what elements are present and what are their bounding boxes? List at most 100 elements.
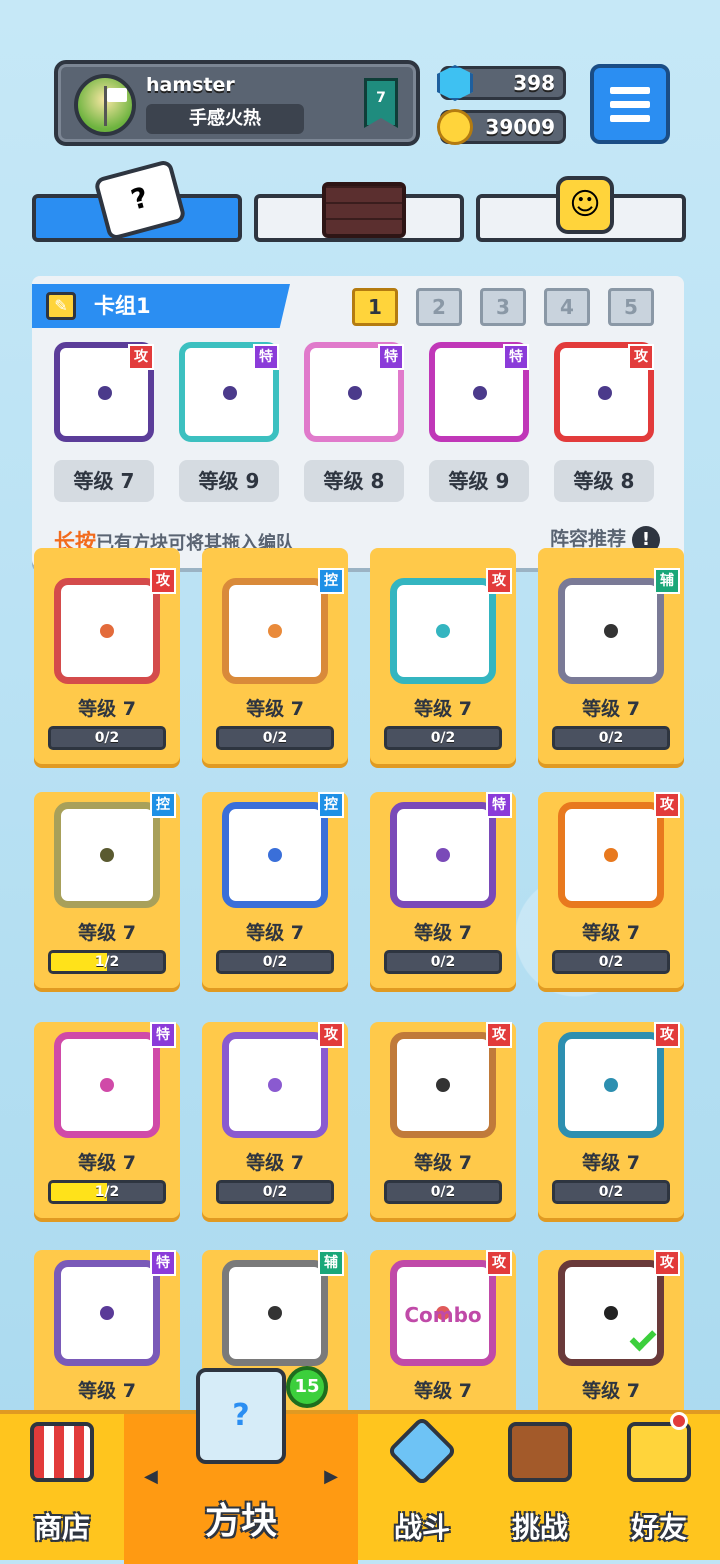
nav-friends-label: 好友: [630, 1511, 687, 1544]
card-art: [222, 802, 328, 908]
deck-page-1-button[interactable]: 1: [352, 288, 398, 326]
card-art: [222, 1260, 328, 1366]
nav-friends[interactable]: 好友: [598, 1414, 720, 1564]
collection-card[interactable]: 攻等级 7 0/2: [370, 548, 516, 764]
deck-card[interactable]: 攻: [54, 342, 154, 442]
edit-pencil-icon[interactable]: ✎: [46, 292, 76, 320]
challenge-icon: [508, 1422, 572, 1482]
board-icon: [322, 182, 406, 238]
card-art-icon: [604, 848, 618, 862]
collection-card[interactable]: 辅等级 7 0/2: [538, 548, 684, 764]
card-art: [222, 578, 328, 684]
card-level: 等级 7: [246, 922, 304, 944]
card-level: 等级 7: [246, 1152, 304, 1174]
blocks-count-badge: 15: [286, 1366, 328, 1408]
nav-challenge[interactable]: 挑战: [482, 1414, 598, 1564]
deck-card[interactable]: 特: [304, 342, 404, 442]
deck-page-3-button[interactable]: 3: [480, 288, 526, 326]
card-type-tag: 攻: [654, 792, 680, 818]
card-level: 等级 7: [78, 1152, 136, 1174]
combo-label: Combo: [404, 1303, 482, 1327]
menu-button[interactable]: [590, 64, 670, 144]
collection-card[interactable]: 攻等级 7 0/2: [34, 548, 180, 764]
card-art-icon: [100, 848, 114, 862]
deck-page-2-button[interactable]: 2: [416, 288, 462, 326]
deck-card-level: 等级 7: [54, 460, 154, 502]
collection-card[interactable]: 控等级 7 0/2: [202, 792, 348, 988]
card-art-icon: [223, 386, 237, 400]
friends-icon: [627, 1422, 691, 1482]
nav-blocks[interactable]: ? 15 ◀ ▶ 方块: [124, 1366, 358, 1564]
profile-panel[interactable]: hamster 手感火热 7: [54, 60, 420, 146]
collection-card[interactable]: 攻等级 7 0/2: [370, 1022, 516, 1218]
collection-card[interactable]: 控等级 7 1/2: [34, 792, 180, 988]
coin-counter[interactable]: 39009: [437, 109, 566, 145]
deck-card[interactable]: 特: [429, 342, 529, 442]
card-progress-bar: 0/2: [552, 1180, 670, 1204]
deck-card-level: 等级 9: [179, 460, 279, 502]
card-art-icon: [348, 386, 362, 400]
card-progress-bar: 0/2: [48, 726, 166, 750]
card-art-icon: [100, 624, 114, 638]
card-type-tag: 控: [318, 568, 344, 594]
deck-name[interactable]: ✎ 卡组1: [32, 284, 290, 328]
progress-text: 0/2: [94, 730, 120, 746]
arrow-left-icon[interactable]: ◀: [144, 1466, 158, 1487]
collection-card[interactable]: 攻等级 7 0/2: [202, 1022, 348, 1218]
collection-card[interactable]: 攻等级 7 0/2: [538, 792, 684, 988]
card-art-icon: [98, 386, 112, 400]
card-art: [54, 802, 160, 908]
card-progress-bar: 0/2: [216, 950, 334, 974]
nav-battle-label: 战斗: [393, 1511, 450, 1544]
collection-card[interactable]: 控等级 7 0/2: [202, 548, 348, 764]
tab-emote[interactable]: ☺: [476, 176, 686, 242]
deck-card[interactable]: 特: [179, 342, 279, 442]
card-art-icon: [436, 1078, 450, 1092]
card-art: [54, 1260, 160, 1366]
card-type-tag: 特: [503, 344, 529, 370]
card-type-tag: 攻: [486, 1250, 512, 1276]
gem-counter[interactable]: 398: [437, 65, 566, 101]
avatar[interactable]: [74, 74, 136, 136]
progress-text: 0/2: [598, 730, 624, 746]
card-art-icon: [268, 848, 282, 862]
deck-page-5-button[interactable]: 5: [608, 288, 654, 326]
battle-icon: [386, 1415, 458, 1487]
card-art-icon: [598, 386, 612, 400]
card-type-tag: 攻: [486, 568, 512, 594]
collection-card[interactable]: 特等级 7 0/2: [370, 792, 516, 988]
card-art: [390, 802, 496, 908]
nav-shop-label: 商店: [33, 1511, 90, 1544]
card-art: Combo: [390, 1260, 496, 1366]
rank-badge-icon[interactable]: 7: [364, 78, 398, 128]
card-type-tag: 控: [150, 792, 176, 818]
arrow-right-icon[interactable]: ▶: [324, 1466, 338, 1487]
card-type-tag: 辅: [654, 568, 680, 594]
nav-shop[interactable]: 商店: [0, 1414, 124, 1564]
coin-amount: 39009: [485, 115, 555, 139]
nav-blocks-label: 方块: [204, 1501, 277, 1542]
card-type-tag: 控: [318, 792, 344, 818]
username: hamster: [146, 74, 235, 96]
gem-amount: 398: [513, 71, 555, 95]
card-level: 等级 7: [582, 698, 640, 720]
gem-icon: [437, 65, 473, 101]
deck-card[interactable]: 攻: [554, 342, 654, 442]
card-art-icon: [268, 1078, 282, 1092]
tab-dice[interactable]: ?: [32, 158, 242, 242]
progress-text: 0/2: [598, 1184, 624, 1200]
checkmark-icon: [629, 1324, 657, 1352]
nav-battle[interactable]: 战斗: [362, 1414, 482, 1564]
card-type-tag: 攻: [128, 344, 154, 370]
collection-card[interactable]: 特等级 7 1/2: [34, 1022, 180, 1218]
card-art-icon: [268, 624, 282, 638]
card-type-tag: 攻: [150, 568, 176, 594]
card-level: 等级 7: [414, 698, 472, 720]
tab-board[interactable]: [254, 182, 464, 242]
card-level: 等级 7: [78, 922, 136, 944]
deck-page-4-button[interactable]: 4: [544, 288, 590, 326]
progress-text: 0/2: [430, 730, 456, 746]
card-art: [390, 1032, 496, 1138]
collection-card[interactable]: 攻等级 7 0/2: [538, 1022, 684, 1218]
card-level: 等级 7: [414, 1380, 472, 1402]
